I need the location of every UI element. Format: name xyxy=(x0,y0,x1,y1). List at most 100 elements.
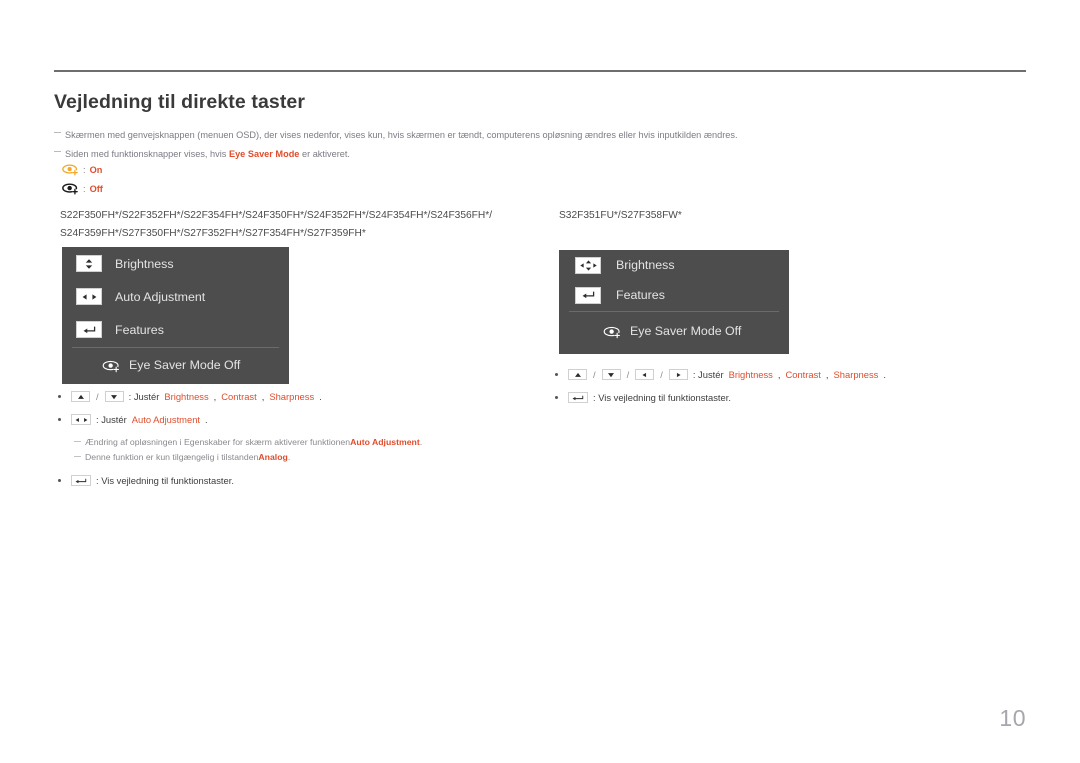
list-item-text: : Justér xyxy=(128,391,160,402)
term-contrast: Contrast xyxy=(785,369,821,380)
osd-row-eye-saver-mode[interactable]: Eye Saver Mode Off xyxy=(559,312,789,350)
osd-label-eye-saver-mode: Eye Saver Mode Off xyxy=(630,324,742,338)
osd-panel-right: Brightness Features Eye Saver Mode Off xyxy=(559,250,789,354)
period-1: . xyxy=(319,391,322,402)
dash-bullet-icon xyxy=(54,151,61,152)
osd-row-features[interactable]: Features xyxy=(62,313,289,346)
enter-key-icon xyxy=(568,392,588,403)
left-model-line-2: S24F359FH*/S27F350FH*/S27F352FH*/S27F354… xyxy=(60,227,366,239)
note-line-eye-saver: Siden med funktionsknapper vises, hvis E… xyxy=(54,148,350,160)
note-text-post: er aktiveret. xyxy=(299,149,350,159)
osd-label-eye-saver-mode: Eye Saver Mode Off xyxy=(129,358,241,372)
enter-key-icon xyxy=(71,475,91,486)
period-1: . xyxy=(883,369,886,380)
bullet-dot xyxy=(555,373,558,376)
header-divider xyxy=(54,70,1026,72)
enter-key-icon xyxy=(575,286,601,304)
right-model-line-1: S32F351FU*/S27F358FW* xyxy=(559,210,682,221)
bullet-dot xyxy=(58,418,61,421)
osd-row-brightness[interactable]: Brightness xyxy=(62,247,289,280)
up-key-icon xyxy=(568,369,587,380)
note-text: Skærmen med genvejsknappen (menuen OSD),… xyxy=(65,130,738,140)
term-analog: Analog xyxy=(258,452,288,462)
sub-note-text-pre: Ændring af opløsningen i Egenskaber for … xyxy=(85,437,351,447)
osd-row-eye-saver-mode[interactable]: Eye Saver Mode Off xyxy=(62,348,289,382)
term-sharpness: Sharpness xyxy=(833,369,879,380)
down-key-icon xyxy=(104,391,124,402)
eye-saver-icon xyxy=(603,325,621,338)
left-model-list: S22F350FH*/S22F352FH*/S22F354FH*/S24F350… xyxy=(60,207,492,242)
bullet-dot xyxy=(58,395,61,398)
osd-panel-left: Brightness Auto Adjustment Features Eye … xyxy=(62,247,289,384)
left-key-icon xyxy=(635,369,655,380)
osd-label-features: Features xyxy=(616,288,665,302)
list-item-text: : Vis vejledning til funktionstaster. xyxy=(593,392,731,403)
eye-legend-separator: : xyxy=(83,164,86,175)
page-title: Vejledning til direkte taster xyxy=(54,91,306,113)
up-key-icon xyxy=(71,391,90,402)
comma-1: , xyxy=(213,391,217,402)
eye-saver-off-icon xyxy=(62,182,79,195)
term-brightness: Brightness xyxy=(728,369,773,380)
comma-2: , xyxy=(261,391,265,402)
note-text-pre: Siden med funktionsknapper vises, hvis xyxy=(65,149,229,159)
right-key-guide-list: / / / : Justér Brightness, Contrast, Sha… xyxy=(555,369,975,415)
osd-row-brightness[interactable]: Brightness xyxy=(559,250,789,280)
eye-legend-off-label: Off xyxy=(89,183,103,194)
sub-note-analog: Denne funktion er kun tilgængelig i tils… xyxy=(74,452,528,462)
left-key-guide-list: / : Justér Brightness, Contrast, Sharpne… xyxy=(58,391,528,498)
osd-row-features[interactable]: Features xyxy=(559,280,789,310)
term-auto-adjustment: Auto Adjustment xyxy=(131,414,201,425)
eye-legend-separator: : xyxy=(83,183,86,194)
key-separator: / xyxy=(593,369,596,380)
eye-saver-mode-term: Eye Saver Mode xyxy=(228,149,300,159)
list-item-text: : Vis vejledning til funktionstaster. xyxy=(96,475,234,486)
comma-1: , xyxy=(777,369,781,380)
sub-note-text-post: . xyxy=(287,452,291,462)
osd-label-features: Features xyxy=(115,322,164,337)
enter-key-icon xyxy=(76,321,102,338)
bullet-dot xyxy=(555,396,558,399)
list-item: / : Justér Brightness, Contrast, Sharpne… xyxy=(58,391,528,402)
list-item: / / / : Justér Brightness, Contrast, Sha… xyxy=(555,369,975,380)
four-way-key-icon xyxy=(575,256,601,274)
note-line-osd-visibility: Skærmen med genvejsknappen (menuen OSD),… xyxy=(54,129,738,141)
left-right-key-icon xyxy=(76,288,102,305)
osd-row-auto-adjustment[interactable]: Auto Adjustment xyxy=(62,280,289,313)
key-separator: / xyxy=(626,369,630,380)
eye-saver-on-icon xyxy=(62,163,79,176)
right-model-list: S32F351FU*/S27F358FW* xyxy=(559,207,682,225)
eye-saver-legend-off: : Off xyxy=(62,182,103,195)
comma-2: , xyxy=(825,369,829,380)
eye-saver-icon xyxy=(102,359,120,372)
term-sharpness: Sharpness xyxy=(269,391,315,402)
list-item-text: : Justér xyxy=(96,414,127,425)
osd-label-brightness: Brightness xyxy=(616,258,675,272)
list-item: : Justér Auto Adjustment. xyxy=(58,414,528,425)
term-contrast: Contrast xyxy=(221,391,257,402)
bullet-dot xyxy=(58,479,61,482)
left-model-line-1: S22F350FH*/S22F352FH*/S22F354FH*/S24F350… xyxy=(60,210,493,221)
term-brightness: Brightness xyxy=(164,391,209,402)
sub-note-text-pre: Denne funktion er kun tilgængelig i tils… xyxy=(85,452,259,462)
list-item: : Vis vejledning til funktionstaster. xyxy=(58,475,528,486)
left-right-key-icon xyxy=(71,414,91,425)
term-auto-adjustment: Auto Adjustment xyxy=(350,437,420,447)
eye-legend-on-label: On xyxy=(89,164,103,175)
up-down-key-icon xyxy=(76,255,102,272)
list-item: : Vis vejledning til funktionstaster. xyxy=(555,392,975,403)
page-number: 10 xyxy=(999,705,1026,731)
eye-saver-legend-on: : On xyxy=(62,163,102,176)
dash-bullet-icon xyxy=(74,441,81,442)
sub-note-resolution: Ændring af opløsningen i Egenskaber for … xyxy=(74,437,528,447)
right-key-icon xyxy=(668,369,688,380)
osd-label-auto-adjustment: Auto Adjustment xyxy=(115,289,206,304)
dash-bullet-icon xyxy=(74,456,81,457)
down-key-icon xyxy=(601,369,621,380)
period-2: . xyxy=(205,414,208,425)
key-separator: / xyxy=(660,369,663,380)
sub-note-text-post: . xyxy=(419,437,423,447)
dash-bullet-icon xyxy=(54,132,61,133)
key-separator: / xyxy=(96,391,99,402)
list-item-text: : Justér xyxy=(692,369,724,380)
